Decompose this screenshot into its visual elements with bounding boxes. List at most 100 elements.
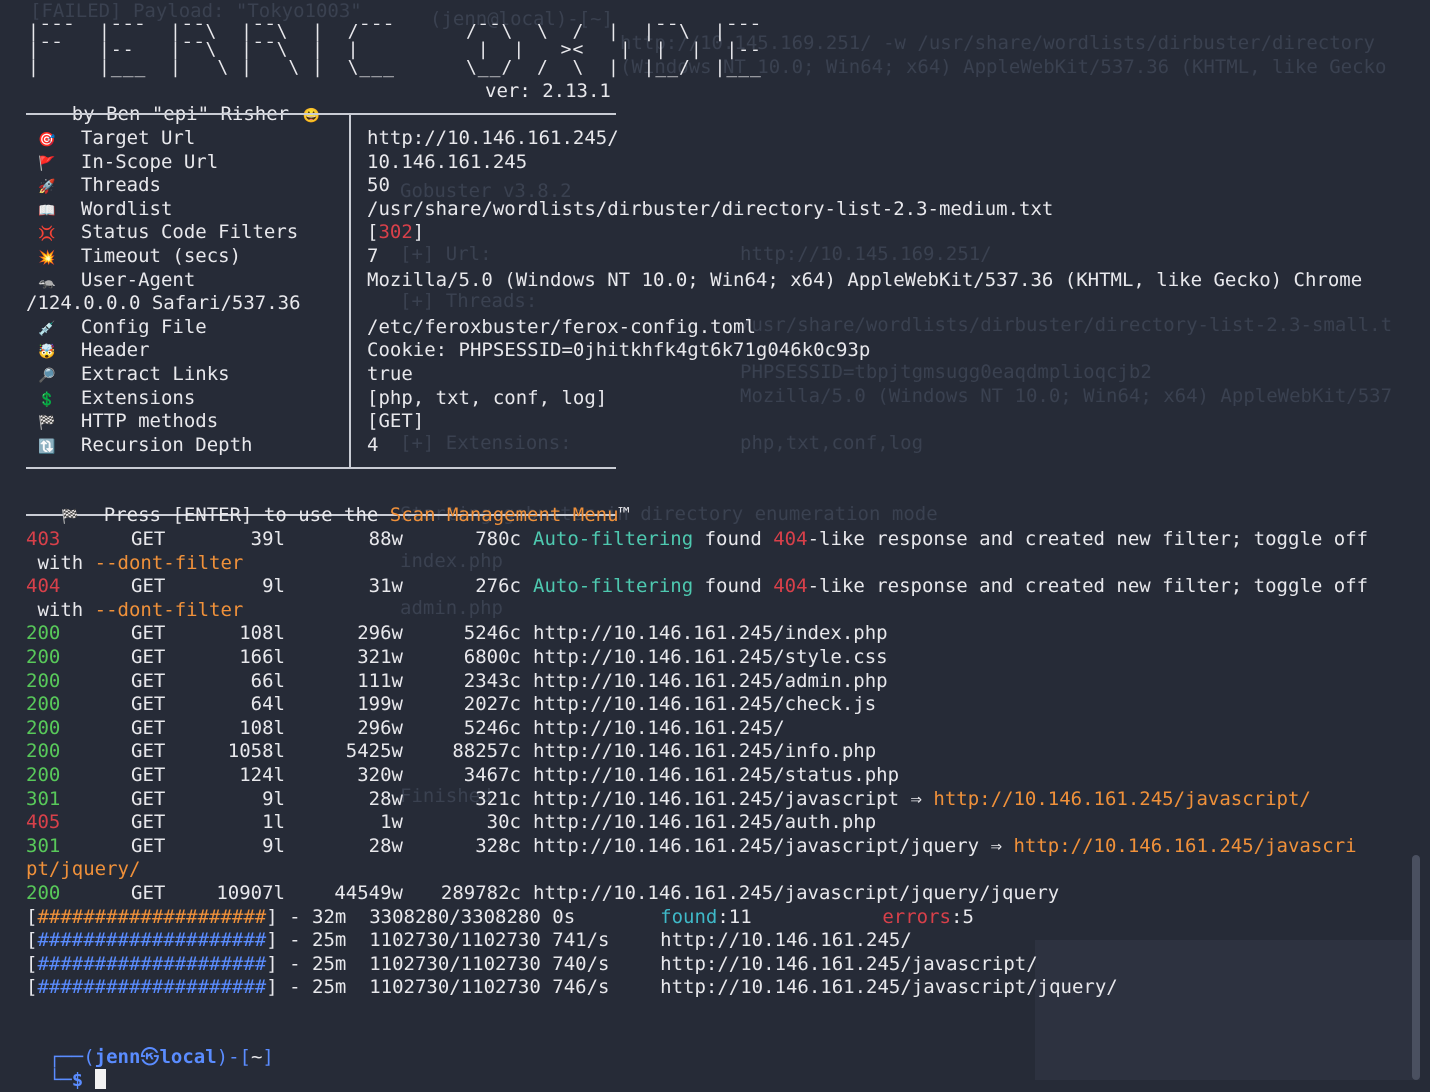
- config-row: 🚩 In-Scope Url: [36, 151, 218, 176]
- result-link[interactable]: http://10.146.161.245/auth.php: [533, 811, 876, 833]
- result-link[interactable]: http://10.146.161.245/check.js: [533, 693, 876, 715]
- config-value: 50: [367, 174, 390, 197]
- config-value: http://10.146.161.245/: [367, 127, 619, 149]
- status-code: 404: [26, 575, 61, 598]
- redirect-link[interactable]: http://10.146.161.245/javascri: [1013, 835, 1356, 857]
- terminal-scrollbar[interactable]: [1412, 855, 1420, 1080]
- result-url: http://10.146.161.245/style.css: [533, 646, 888, 669]
- target-icon: 🎯: [38, 132, 56, 148]
- collision-icon: 💢: [38, 226, 56, 243]
- config-row: 💲 Extensions: [36, 387, 195, 412]
- filter-message-wrap: with --dont-filter: [26, 598, 244, 621]
- http-method: GET: [131, 764, 166, 786]
- banner-art-line-1: |¯¯¯ |¯¯¯ |¯¯\ |¯¯\ | /¯¯¯ /¯¯\ \ / | |¯…: [28, 21, 762, 42]
- result-link[interactable]: http://10.146.161.245/style.css: [533, 646, 888, 668]
- word-count: 296w: [357, 716, 403, 739]
- result-link[interactable]: http://10.146.161.245/info.php: [533, 740, 876, 762]
- progress-target: http://10.146.161.245/javascript/: [660, 952, 1038, 975]
- line-count: 9l: [262, 834, 285, 857]
- banner-art-line-3: | |___ | \ | \ | \___ \__/ / \ | |__/ |_…: [28, 57, 762, 78]
- http-method: GET: [131, 834, 166, 857]
- config-row: 💥 Timeout (secs): [36, 245, 241, 270]
- result-url: http://10.146.161.245/javascript/jquery …: [533, 834, 1357, 857]
- filtered-code: 404: [773, 575, 808, 598]
- shell-input-line[interactable]: └─$: [26, 1046, 106, 1092]
- word-count: 1w: [380, 811, 403, 834]
- head-icon: 🤯: [38, 344, 56, 361]
- config-value: [302]: [367, 221, 425, 244]
- line-count: 124l: [239, 764, 285, 786]
- dont-filter-flag: --dont-filter: [94, 551, 244, 574]
- request-rate: 741/s: [552, 929, 610, 952]
- http-method: GET: [131, 669, 166, 692]
- http-method: GET: [131, 646, 166, 668]
- checkered-flag-icon: 🏁: [61, 509, 79, 525]
- result-link[interactable]: http://10.146.161.245/: [533, 717, 785, 739]
- config-value: 7: [367, 245, 379, 267]
- progress-target: http://10.146.161.245/javascript/jquery/: [660, 976, 1118, 999]
- config-row: 💢 Status Code Filters: [36, 221, 298, 246]
- progress-row: [####################] - 25m 1102730/110…: [26, 952, 1038, 975]
- config-label: Recursion Depth: [80, 433, 253, 456]
- request-count: 1102730/1102730: [369, 976, 541, 999]
- config-label: Config File: [80, 315, 207, 338]
- dollar-icon: 💲: [38, 391, 56, 408]
- auto-filter-label: Auto-filtering: [533, 528, 694, 550]
- status-code: 200: [26, 740, 61, 763]
- filter-message-wrap: with --dont-filter: [26, 551, 244, 574]
- config-label: Extract Links: [80, 363, 230, 385]
- result-link[interactable]: http://10.146.161.245/status.php: [533, 764, 899, 786]
- redirect-link-wrap[interactable]: pt/jquery/: [26, 858, 140, 881]
- status-code: 200: [26, 882, 61, 904]
- config-row: 🔃 Recursion Depth: [36, 434, 252, 459]
- word-count: 5425w: [345, 740, 403, 763]
- status-code-filter: 302: [378, 221, 413, 244]
- line-count: 66l: [250, 669, 285, 692]
- config-label: User-Agent: [80, 268, 196, 291]
- char-count: 30c: [486, 811, 521, 834]
- http-method: GET: [131, 693, 166, 716]
- result-link[interactable]: http://10.146.161.245/javascript/jquery/…: [533, 882, 1059, 904]
- result-link[interactable]: http://10.146.161.245/admin.php: [533, 670, 888, 692]
- rocket-icon: 🚀: [38, 179, 56, 196]
- config-value: [GET]: [367, 410, 425, 433]
- smiley-icon: 😃: [302, 108, 321, 124]
- result-link[interactable]: http://10.146.161.245/index.php: [533, 622, 888, 644]
- prompt-dir: ~: [250, 1046, 263, 1068]
- config-label: Wordlist: [80, 197, 173, 220]
- prompt-host: local: [159, 1046, 217, 1068]
- progress-bar: ####################: [37, 929, 267, 952]
- progress-row: [####################] - 32m 3308280/330…: [26, 905, 974, 928]
- char-count: 2027c: [463, 693, 521, 716]
- errors-label: errors: [882, 905, 951, 928]
- word-count: 44549w: [334, 882, 403, 904]
- request-rate: 746/s: [552, 976, 610, 999]
- found-count: :11: [717, 905, 752, 928]
- config-value: 4: [367, 433, 379, 456]
- status-code: 200: [26, 716, 61, 739]
- word-count: 28w: [368, 787, 403, 810]
- word-count: 28w: [368, 834, 403, 857]
- progress-bar: ####################: [37, 952, 267, 975]
- result-link[interactable]: http://10.146.161.245/javascript/jquery: [533, 835, 979, 857]
- config-value-wrap: /124.0.0.0 Safari/537.36: [26, 292, 301, 315]
- config-row: 🏁 HTTP methods: [36, 410, 218, 435]
- char-count: 321c: [475, 787, 521, 810]
- char-count: 328c: [475, 834, 521, 857]
- filter-message: Auto-filtering found 404-like response a…: [533, 528, 1369, 550]
- background-window-panel: [1035, 940, 1420, 1080]
- request-count: 1102730/1102730: [369, 929, 541, 952]
- result-url: http://10.146.161.245/status.php: [533, 764, 899, 787]
- scan-management-menu-link[interactable]: Scan Management Menu: [390, 504, 619, 526]
- config-row: 🎯 Target Url: [36, 127, 195, 152]
- config-row: 🚀 Threads: [36, 174, 161, 199]
- progress-row: [####################] - 25m 1102730/110…: [26, 976, 1118, 999]
- result-link[interactable]: http://10.146.161.245/javascript: [533, 788, 899, 810]
- status-code: 301: [26, 834, 61, 857]
- word-count: 320w: [357, 764, 403, 786]
- redirect-link[interactable]: http://10.146.161.245/javascript/: [933, 788, 1311, 810]
- config-label: Threads: [80, 174, 161, 197]
- status-code: 403: [26, 528, 61, 550]
- config-value: 10.146.161.245: [367, 150, 528, 173]
- config-value: Mozilla/5.0 (Windows NT 10.0; Win64; x64…: [367, 268, 1363, 291]
